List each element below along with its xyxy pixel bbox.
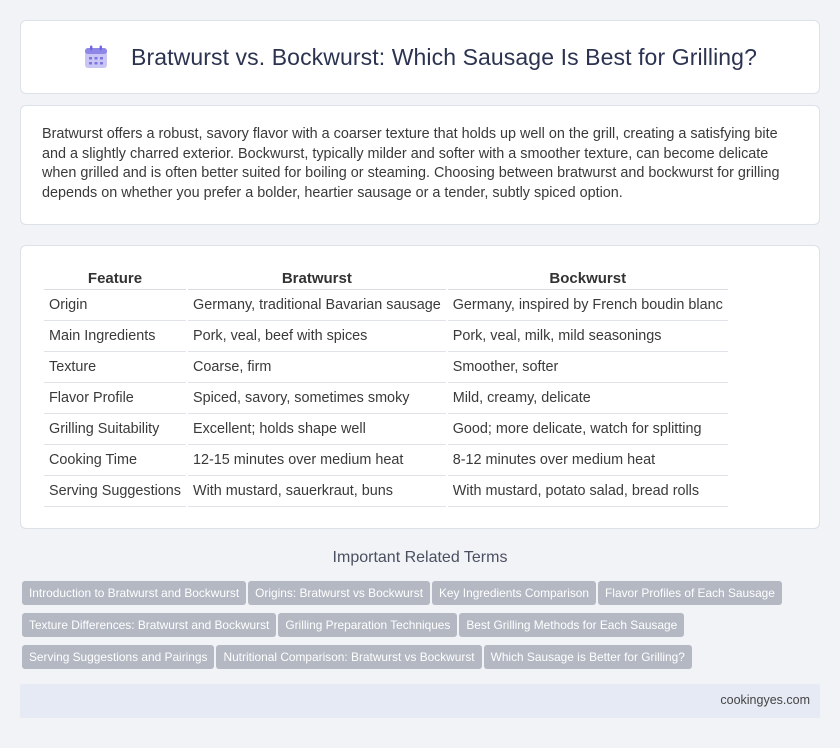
page-title: Bratwurst vs. Bockwurst: Which Sausage I…: [131, 43, 757, 70]
table-cell: Flavor Profile: [44, 383, 186, 414]
table-cell: With mustard, potato salad, bread rolls: [447, 476, 728, 507]
header-bratwurst: Bratwurst: [188, 266, 446, 290]
table-cell: Pork, veal, milk, mild seasonings: [447, 321, 728, 352]
table-cell: Origin: [44, 290, 186, 321]
table-cell: Spiced, savory, sometimes smoky: [188, 383, 446, 414]
related-term-tag[interactable]: Nutritional Comparison: Bratwurst vs Boc…: [216, 645, 482, 669]
table-cell: Texture: [44, 352, 186, 383]
table-cell: 12-15 minutes over medium heat: [188, 445, 446, 476]
table-row: Serving Suggestions With mustard, sauerk…: [44, 476, 728, 507]
related-term-tag[interactable]: Key Ingredients Comparison: [432, 581, 597, 605]
table-cell: Serving Suggestions: [44, 476, 186, 507]
table-cell: Cooking Time: [44, 445, 186, 476]
table-row: Cooking Time 12-15 minutes over medium h…: [44, 445, 728, 476]
table-header-row: Feature Bratwurst Bockwurst: [44, 266, 728, 290]
comparison-card: Feature Bratwurst Bockwurst Origin Germa…: [20, 245, 820, 529]
table-cell: Germany, inspired by French boudin blanc: [447, 290, 728, 321]
table-row: Flavor Profile Spiced, savory, sometimes…: [44, 383, 728, 414]
table-row: Origin Germany, traditional Bavarian sau…: [44, 290, 728, 321]
calendar-icon: [85, 45, 108, 68]
table-cell: Good; more delicate, watch for splitting: [447, 414, 728, 445]
table-row: Texture Coarse, firm Smoother, softer: [44, 352, 728, 383]
related-term-tag[interactable]: Best Grilling Methods for Each Sausage: [459, 613, 685, 637]
table-cell: Smoother, softer: [447, 352, 728, 383]
page-header: Bratwurst vs. Bockwurst: Which Sausage I…: [20, 20, 820, 94]
table-cell: Mild, creamy, delicate: [447, 383, 728, 414]
table-row: Grilling Suitability Excellent; holds sh…: [44, 414, 728, 445]
table-cell: Main Ingredients: [44, 321, 186, 352]
comparison-table: Feature Bratwurst Bockwurst Origin Germa…: [42, 266, 730, 507]
table-cell: Germany, traditional Bavarian sausage: [188, 290, 446, 321]
table-cell: Pork, veal, beef with spices: [188, 321, 446, 352]
related-terms-title: Important Related Terms: [332, 549, 508, 566]
footer: cookingyes.com: [20, 684, 820, 718]
related-term-tag[interactable]: Flavor Profiles of Each Sausage: [598, 581, 782, 605]
table-cell: Excellent; holds shape well: [188, 414, 446, 445]
footer-site-link[interactable]: cookingyes.com: [720, 693, 810, 707]
intro-card: Bratwurst offers a robust, savory flavor…: [20, 105, 820, 225]
related-term-tag[interactable]: Grilling Preparation Techniques: [278, 613, 458, 637]
header-feature: Feature: [44, 266, 186, 290]
related-term-tag[interactable]: Origins: Bratwurst vs Bockwurst: [248, 581, 430, 605]
table-row: Main Ingredients Pork, veal, beef with s…: [44, 321, 728, 352]
related-term-tag[interactable]: Texture Differences: Bratwurst and Bockw…: [22, 613, 277, 637]
related-terms-list: Introduction to Bratwurst and Bockwurst O…: [22, 581, 822, 677]
table-cell: With mustard, sauerkraut, buns: [188, 476, 446, 507]
header-bockwurst: Bockwurst: [447, 266, 728, 290]
related-term-tag[interactable]: Serving Suggestions and Pairings: [22, 645, 215, 669]
intro-text: Bratwurst offers a robust, savory flavor…: [42, 126, 780, 201]
related-term-tag[interactable]: Which Sausage is Better for Grilling?: [483, 645, 692, 669]
related-term-tag[interactable]: Introduction to Bratwurst and Bockwurst: [22, 581, 247, 605]
table-cell: 8-12 minutes over medium heat: [447, 445, 728, 476]
table-cell: Grilling Suitability: [44, 414, 186, 445]
table-cell: Coarse, firm: [188, 352, 446, 383]
